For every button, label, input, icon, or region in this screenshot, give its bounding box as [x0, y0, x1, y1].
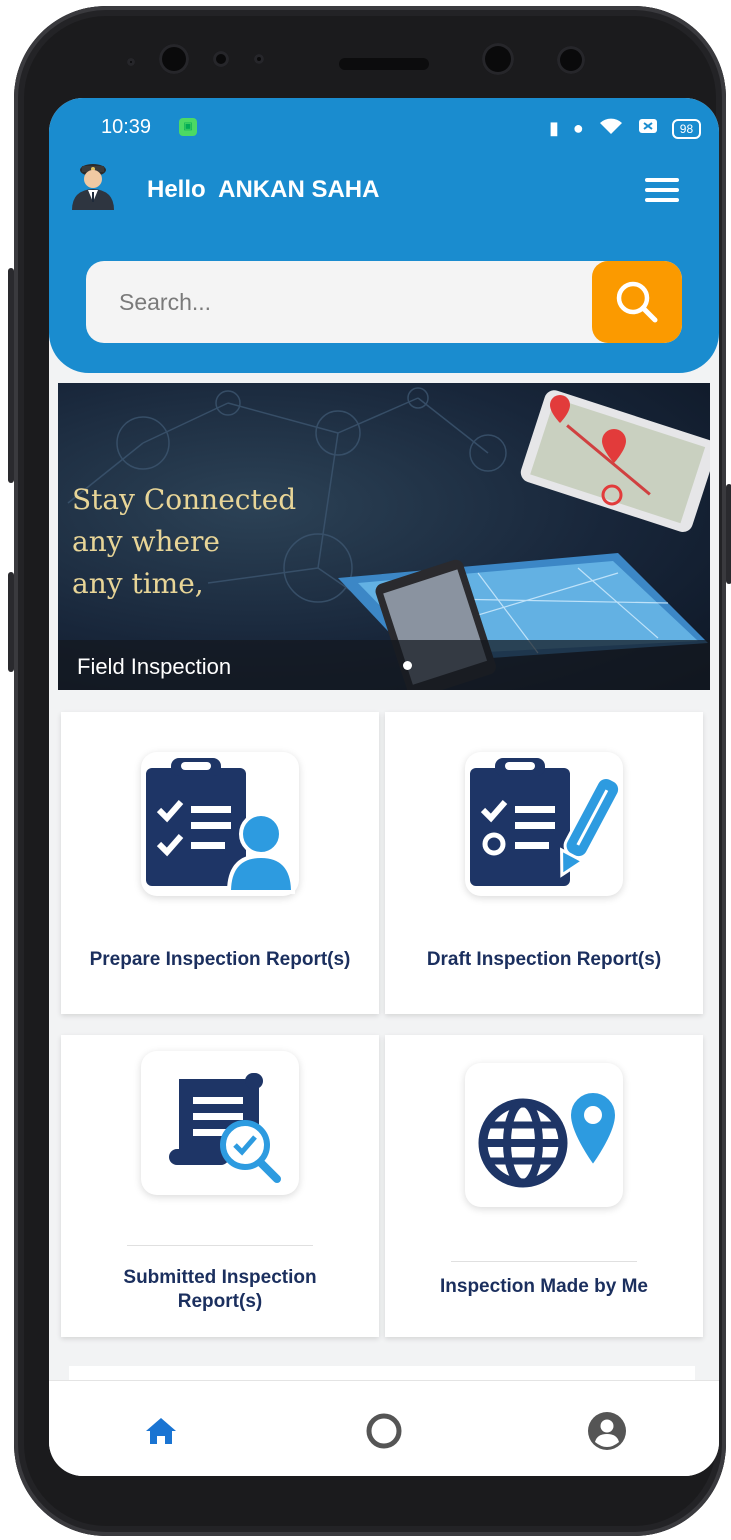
tile-divider — [451, 1261, 637, 1262]
status-icons: ▮ ● 98 — [549, 116, 702, 141]
greeting-text: Hello ANKAN SAHA — [147, 176, 380, 203]
home-icon — [146, 1418, 176, 1444]
front-camera — [159, 44, 189, 74]
sensor-dot — [254, 54, 264, 64]
clipboard-pen-icon — [465, 752, 623, 896]
banner-caption: Field Inspection — [77, 654, 232, 679]
tile-label-line: Submitted Inspection — [123, 1267, 317, 1288]
tile-label: Submitted Inspection Report(s) — [61, 1266, 379, 1314]
nav-circle-button[interactable] — [362, 1409, 406, 1453]
vibrate-icon: ▮ — [549, 118, 559, 138]
banner-caption-bar: Field Inspection — [58, 640, 710, 690]
sensor-dot — [557, 46, 585, 74]
battery-indicator: 98 — [671, 118, 702, 139]
account-icon — [588, 1412, 626, 1450]
sensor-dot — [127, 58, 135, 66]
officer-avatar-icon — [72, 164, 114, 210]
search-button[interactable] — [592, 261, 682, 343]
sensor-dot — [213, 51, 229, 67]
tile-label: Inspection Made by Me — [440, 1276, 648, 1297]
carousel-indicator-dot[interactable] — [403, 661, 412, 670]
tile-divider — [127, 1245, 313, 1246]
bottom-navigation — [49, 1380, 719, 1476]
phone-frame: 10:39 ▣ ▮ ● 98 Hello ANKAN SAHA Search..… — [8, 6, 731, 1536]
circle-icon — [366, 1413, 402, 1449]
tile-label-line: Report(s) — [177, 1291, 263, 1312]
side-button — [8, 572, 14, 672]
app-screen: 10:39 ▣ ▮ ● 98 Hello ANKAN SAHA Search..… — [49, 98, 719, 1476]
search-icon — [616, 281, 658, 323]
clipboard-user-icon — [141, 752, 299, 896]
tile-label: Prepare Inspection Report(s) — [89, 949, 351, 970]
wifi-icon — [598, 116, 624, 141]
power-button — [726, 484, 731, 584]
prepare-inspection-tile[interactable]: Prepare Inspection Report(s) — [61, 712, 379, 1014]
submitted-inspection-tile[interactable]: Submitted Inspection Report(s) — [61, 1035, 379, 1337]
volume-button — [8, 268, 14, 483]
hamburger-menu-icon[interactable] — [645, 178, 679, 204]
search-input[interactable] — [86, 261, 591, 343]
document-search-icon — [141, 1051, 299, 1195]
draft-inspection-tile[interactable]: Draft Inspection Report(s) — [385, 712, 703, 1014]
nav-account-button[interactable] — [585, 1409, 629, 1453]
sensor-dot — [482, 43, 514, 75]
location-icon: ● — [572, 118, 584, 138]
sim-icon — [638, 117, 658, 140]
earpiece-speaker — [339, 58, 429, 70]
banner-headline: Stay Connected any where any time, — [72, 479, 296, 605]
app-header: 10:39 ▣ ▮ ● 98 Hello ANKAN SAHA Search..… — [49, 98, 719, 373]
search-bar — [86, 261, 682, 343]
tile-label: Draft Inspection Report(s) — [426, 949, 662, 970]
banner-headline-line: any where — [72, 525, 220, 558]
inspection-made-by-me-tile[interactable]: Inspection Made by Me — [385, 1035, 703, 1337]
status-time: 10:39 — [101, 116, 152, 138]
globe-pin-icon — [465, 1063, 623, 1207]
banner-headline-line: Stay Connected — [72, 483, 297, 516]
promo-banner[interactable]: Stay Connected any where any time, Field… — [58, 383, 710, 690]
notification-app-icon: ▣ — [179, 118, 197, 136]
nav-home-button[interactable] — [139, 1409, 183, 1453]
banner-headline-line: any time, — [72, 567, 204, 600]
